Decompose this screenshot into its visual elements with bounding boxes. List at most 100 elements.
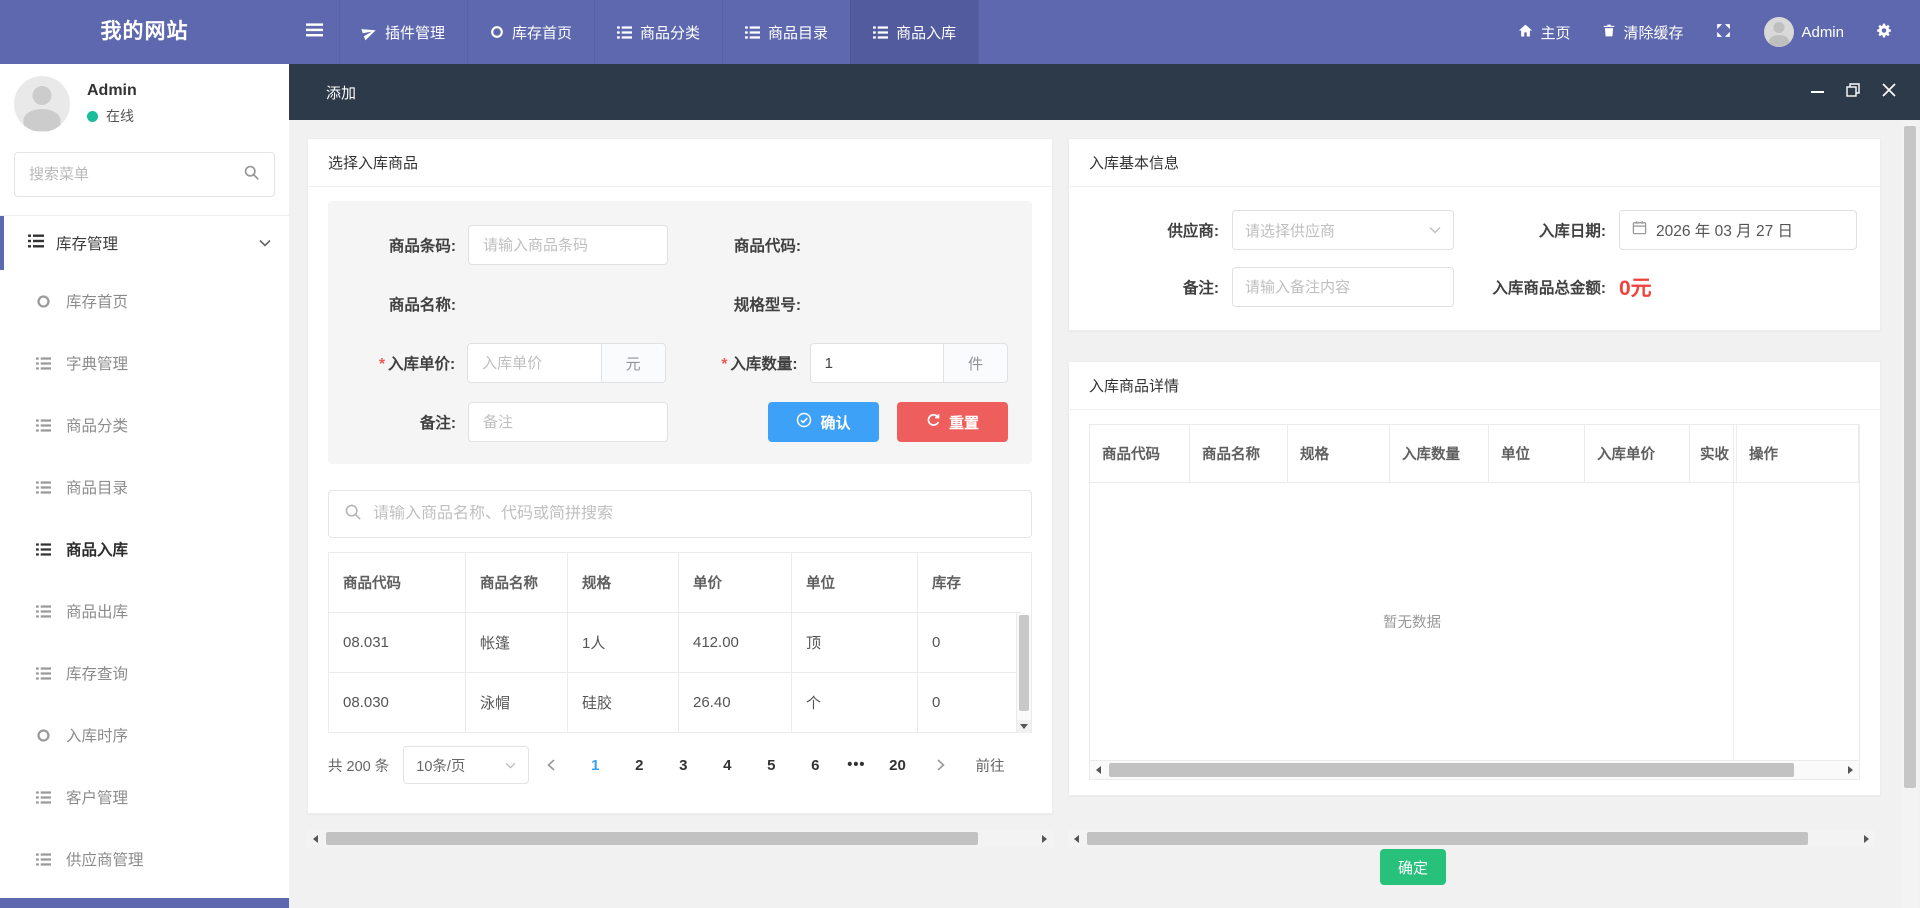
scrollbar-track[interactable] bbox=[1107, 761, 1842, 779]
sidebar-group-inventory[interactable]: 库存管理 bbox=[0, 216, 289, 270]
scrollbar-track[interactable] bbox=[1085, 830, 1858, 847]
nav-item-plugin-manage[interactable]: 插件管理 bbox=[339, 0, 467, 64]
settings-button[interactable] bbox=[1863, 0, 1906, 64]
scroll-right-button[interactable] bbox=[1858, 830, 1875, 847]
user-menu[interactable]: Admin bbox=[1751, 0, 1857, 64]
scroll-left-button[interactable] bbox=[1068, 830, 1085, 847]
barcode-input[interactable] bbox=[483, 237, 653, 254]
table-row[interactable]: 08.030 泳帽 硅胶 26.40 个 0 bbox=[329, 673, 1021, 733]
app-logo[interactable]: 我的网站 bbox=[0, 0, 289, 64]
cell-code: 08.030 bbox=[329, 673, 466, 733]
sidebar-item-customer-manage[interactable]: 客户管理 bbox=[0, 766, 289, 828]
col-header[interactable]: 商品代码 bbox=[329, 553, 466, 613]
left-panel-hscrollbar[interactable] bbox=[307, 830, 1053, 847]
sidebar-item-dictionary[interactable]: 字典管理 bbox=[0, 332, 289, 394]
prev-page-button[interactable] bbox=[539, 759, 563, 771]
sidebar-item-product-catalog[interactable]: 商品目录 bbox=[0, 456, 289, 518]
scrollbar-thumb[interactable] bbox=[1019, 615, 1029, 711]
maximize-icon bbox=[1846, 83, 1860, 102]
next-page-button[interactable] bbox=[929, 759, 953, 771]
info-note-input[interactable] bbox=[1245, 279, 1441, 296]
inbound-date-picker[interactable]: 2026 年 03 月 27 日 bbox=[1619, 210, 1857, 250]
sidebar-item-inventory-home[interactable]: 库存首页 bbox=[0, 270, 289, 332]
col-header[interactable]: 规格 bbox=[568, 553, 679, 613]
scrollbar-thumb[interactable] bbox=[1904, 126, 1916, 788]
col-header[interactable]: 库存 bbox=[918, 553, 1021, 613]
avatar[interactable] bbox=[14, 76, 70, 132]
product-search-input[interactable] bbox=[373, 505, 1016, 523]
col-header[interactable]: 规格 bbox=[1288, 425, 1390, 483]
page-number[interactable]: 4 bbox=[717, 757, 737, 774]
scroll-left-button[interactable] bbox=[307, 830, 324, 847]
menu-search-input[interactable] bbox=[29, 166, 243, 183]
nav-item-product-catalog[interactable]: 商品目录 bbox=[722, 0, 850, 64]
right-panel-hscrollbar[interactable] bbox=[1068, 830, 1875, 847]
sidebar-item-supplier-manage[interactable]: 供应商管理 bbox=[0, 828, 289, 890]
scrollbar-thumb[interactable] bbox=[1087, 832, 1808, 845]
sidebar-toggle-button[interactable] bbox=[289, 0, 339, 64]
nav-item-product-category[interactable]: 商品分类 bbox=[594, 0, 722, 64]
confirm-button[interactable]: 确认 bbox=[768, 402, 879, 442]
page-number[interactable]: 1 bbox=[585, 757, 605, 774]
table-vertical-scrollbar[interactable] bbox=[1016, 613, 1031, 733]
sidebar-item-product-inbound[interactable]: 商品入库 bbox=[0, 518, 289, 580]
inbound-qty-field[interactable] bbox=[811, 344, 943, 382]
footer-confirm-button[interactable]: 确定 bbox=[1380, 849, 1446, 885]
scroll-right-button[interactable] bbox=[1842, 761, 1859, 779]
triangle-right-icon bbox=[1042, 835, 1047, 843]
sidebar-item-inbound-timeline[interactable]: 入库时序 bbox=[0, 704, 289, 766]
col-header[interactable]: 商品名称 bbox=[1190, 425, 1288, 483]
nav-clear-cache-button[interactable]: 清除缓存 bbox=[1589, 0, 1696, 64]
page-ellipsis[interactable]: ••• bbox=[847, 757, 865, 773]
col-header[interactable]: 入库单价 bbox=[1585, 425, 1690, 483]
scroll-down-button[interactable] bbox=[1017, 720, 1031, 733]
nav-home-button[interactable]: 主页 bbox=[1505, 0, 1583, 64]
scrollbar-thumb[interactable] bbox=[1109, 763, 1794, 777]
window-title: 添加 bbox=[326, 82, 356, 103]
product-search-box[interactable] bbox=[328, 490, 1032, 538]
col-header[interactable]: 商品代码 bbox=[1090, 425, 1190, 483]
product-table-header: 商品代码 商品名称 规格 单价 单位 库存 bbox=[329, 553, 1031, 613]
scroll-left-button[interactable] bbox=[1090, 761, 1107, 779]
col-header[interactable]: 单位 bbox=[792, 553, 918, 613]
minimize-button[interactable] bbox=[1804, 79, 1830, 105]
col-header[interactable]: 单价 bbox=[679, 553, 792, 613]
table-row[interactable]: 08.031 帐篷 1人 412.00 顶 0 bbox=[329, 613, 1021, 673]
page-number[interactable]: 6 bbox=[805, 757, 825, 774]
fullscreen-button[interactable] bbox=[1702, 0, 1745, 64]
refresh-icon bbox=[926, 413, 941, 432]
page-number[interactable]: 3 bbox=[673, 757, 693, 774]
page-number-last[interactable]: 20 bbox=[887, 757, 907, 774]
col-header[interactable]: 实收 bbox=[1690, 425, 1736, 483]
scrollbar-track[interactable] bbox=[324, 830, 1036, 847]
page-number[interactable]: 2 bbox=[629, 757, 649, 774]
note-input[interactable] bbox=[483, 414, 653, 431]
inbound-price-input[interactable] bbox=[482, 355, 586, 372]
detail-table-hscrollbar[interactable] bbox=[1090, 760, 1859, 779]
sidebar-item-inventory-query[interactable]: 库存查询 bbox=[0, 642, 289, 704]
page-number[interactable]: 5 bbox=[761, 757, 781, 774]
nav-item-product-inbound[interactable]: 商品入库 bbox=[850, 0, 978, 64]
note-field[interactable] bbox=[468, 402, 668, 442]
inbound-qty-input[interactable] bbox=[825, 355, 929, 372]
maximize-button[interactable] bbox=[1840, 79, 1866, 105]
col-header-actions[interactable]: 操作 bbox=[1736, 425, 1859, 483]
col-header[interactable]: 入库数量 bbox=[1390, 425, 1489, 483]
scroll-right-button[interactable] bbox=[1036, 830, 1053, 847]
reset-button[interactable]: 重置 bbox=[897, 402, 1008, 442]
close-button[interactable] bbox=[1876, 79, 1902, 105]
navbar-username: Admin bbox=[1801, 24, 1844, 41]
scrollbar-thumb[interactable] bbox=[326, 832, 978, 845]
col-header[interactable]: 单位 bbox=[1489, 425, 1585, 483]
page-vertical-scrollbar[interactable] bbox=[1902, 121, 1918, 908]
barcode-field[interactable] bbox=[468, 225, 668, 265]
menu-search-box[interactable] bbox=[14, 152, 275, 197]
page-size-select[interactable]: 10条/页 bbox=[403, 746, 529, 784]
nav-item-inventory-home[interactable]: 库存首页 bbox=[467, 0, 594, 64]
sidebar-item-product-outbound[interactable]: 商品出库 bbox=[0, 580, 289, 642]
inbound-price-field[interactable] bbox=[468, 344, 600, 382]
supplier-select[interactable]: 请选择供应商 bbox=[1232, 210, 1454, 250]
info-note-field[interactable] bbox=[1232, 267, 1454, 307]
col-header[interactable]: 商品名称 bbox=[466, 553, 568, 613]
sidebar-item-product-category[interactable]: 商品分类 bbox=[0, 394, 289, 456]
